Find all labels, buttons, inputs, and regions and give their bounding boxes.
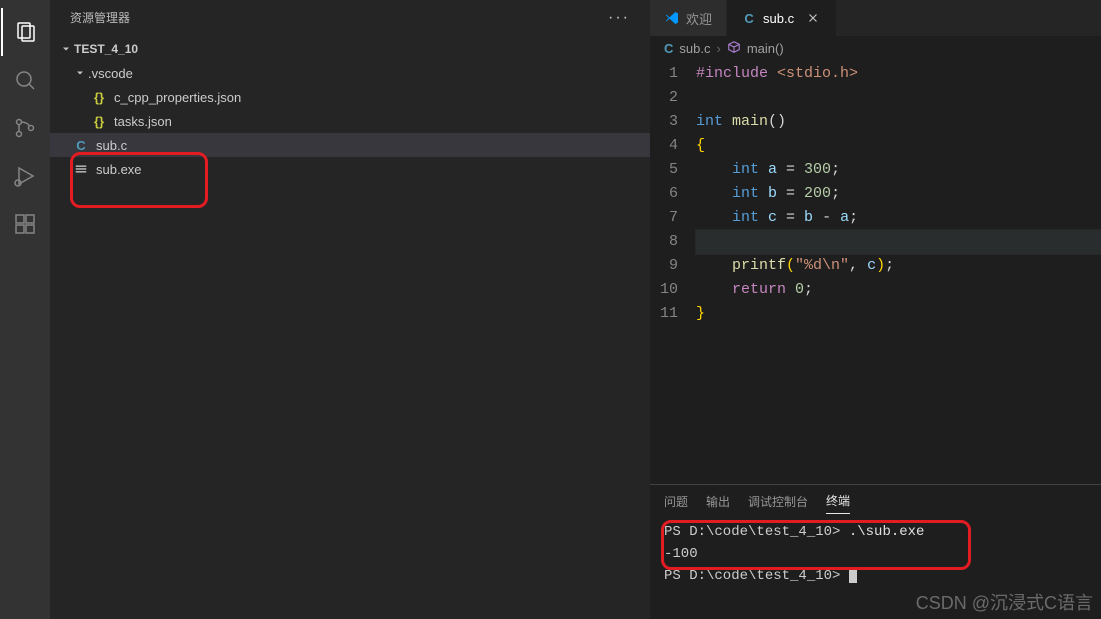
watermark: CSDN @沉浸式C语言 — [916, 589, 1093, 615]
panel-tab-output[interactable]: 输出 — [706, 489, 730, 514]
terminal-output: -100 — [664, 543, 1087, 565]
close-icon[interactable] — [804, 9, 822, 27]
tree-file-label: c_cpp_properties.json — [114, 90, 241, 105]
search-icon[interactable] — [1, 56, 49, 104]
tree-file-label: sub.c — [96, 138, 127, 153]
panel-tab-terminal[interactable]: 终端 — [826, 488, 850, 514]
line-gutter: 123 456 789 1011 — [650, 62, 696, 484]
panel-tab-problems[interactable]: 问题 — [664, 489, 688, 514]
json-icon: {} — [90, 88, 108, 106]
sidebar-title: 资源管理器 — [70, 9, 130, 26]
code-area[interactable]: 123 456 789 1011 #include <stdio.h> int … — [650, 60, 1101, 484]
terminal-cursor — [849, 567, 857, 583]
cube-icon — [727, 40, 741, 57]
explorer-icon[interactable] — [1, 8, 49, 56]
tab-bar: 欢迎 C sub.c — [650, 0, 1101, 36]
tree-file-label: sub.exe — [96, 162, 142, 177]
chevron-down-icon — [58, 41, 74, 57]
tree-folder-label: .vscode — [88, 66, 133, 81]
tree-file-tasks[interactable]: {} tasks.json — [50, 109, 650, 133]
tab-sub-c[interactable]: C sub.c — [727, 0, 837, 36]
sidebar-header: 资源管理器 ··· — [50, 0, 650, 35]
tree-file-cpp-props[interactable]: {} c_cpp_properties.json — [50, 85, 650, 109]
tree-file-sub-c[interactable]: C sub.c — [50, 133, 650, 157]
activity-bar — [0, 0, 50, 619]
tab-label: sub.c — [763, 11, 794, 26]
terminal-prompt: PS D:\code\test_4_10> — [664, 524, 849, 540]
tree-file-sub-exe[interactable]: sub.exe — [50, 157, 650, 181]
vscode-logo-icon — [664, 10, 680, 26]
json-icon: {} — [90, 112, 108, 130]
sidebar: 资源管理器 ··· TEST_4_10 .vscode {} c_cpp_pro… — [50, 0, 650, 619]
breadcrumb-symbol: main() — [747, 41, 784, 56]
terminal-prompt: PS D:\code\test_4_10> — [664, 568, 849, 584]
sidebar-more-icon[interactable]: ··· — [608, 9, 630, 27]
chevron-right-icon: › — [716, 41, 720, 56]
exe-icon — [72, 160, 90, 178]
tab-welcome[interactable]: 欢迎 — [650, 0, 727, 36]
tree-root-label: TEST_4_10 — [74, 42, 138, 56]
editor-area: 欢迎 C sub.c C sub.c › main() 123 456 — [650, 0, 1101, 619]
tab-label: 欢迎 — [686, 9, 712, 28]
tree-file-label: tasks.json — [114, 114, 172, 129]
breadcrumb[interactable]: C sub.c › main() — [650, 36, 1101, 60]
file-tree: TEST_4_10 .vscode {} c_cpp_properties.js… — [50, 35, 650, 619]
source-control-icon[interactable] — [1, 104, 49, 152]
chevron-down-icon — [72, 65, 88, 81]
terminal-cmd: .\sub.exe — [849, 524, 925, 540]
code-lines[interactable]: #include <stdio.h> int main() { int a = … — [696, 62, 1101, 484]
extensions-icon[interactable] — [1, 200, 49, 248]
breadcrumb-file: sub.c — [679, 41, 710, 56]
c-file-icon: C — [664, 41, 673, 56]
tree-folder-vscode[interactable]: .vscode — [50, 61, 650, 85]
tree-root[interactable]: TEST_4_10 — [50, 37, 650, 61]
panel-tab-debug[interactable]: 调试控制台 — [748, 489, 808, 514]
run-debug-icon[interactable] — [1, 152, 49, 200]
panel-tabs: 问题 输出 调试控制台 终端 — [650, 485, 1101, 517]
c-file-icon: C — [72, 136, 90, 154]
c-file-icon: C — [741, 10, 757, 26]
